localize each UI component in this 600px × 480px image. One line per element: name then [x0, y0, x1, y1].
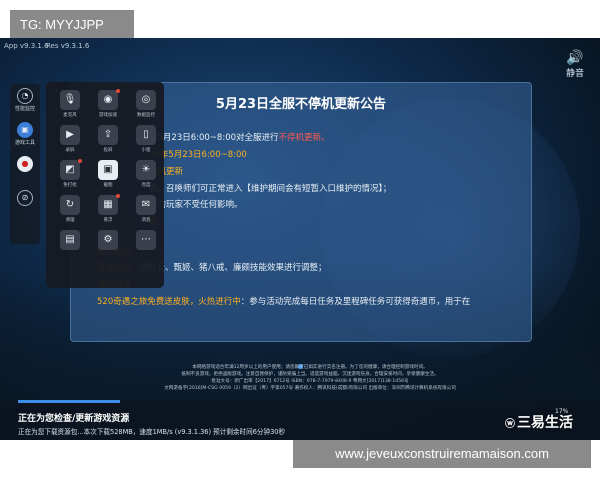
brightness-icon: ☀ — [136, 160, 156, 180]
chart-icon: ◎ — [136, 90, 156, 110]
download-title: 正在为您检查/更新游戏资源 — [18, 414, 130, 424]
notification-dot — [116, 194, 120, 198]
left-toolbar: ◔ 性能监控 ▣ 游戏工具 ● ⊘ — [10, 84, 40, 244]
layout-icon: ▦ — [98, 195, 118, 215]
mic-icon: 🎙 — [60, 90, 80, 110]
announcement-line: 年5月23日6:00~8:00对全服进行不停机更新。 — [149, 131, 330, 143]
no-disturb-icon: ◩ — [60, 160, 80, 180]
chat-icon: ✉ — [136, 195, 156, 215]
legal-line: 文网游备字[2016]M-CSG 0059（2）网出证（粤）字第057号 著作权… — [164, 386, 456, 391]
quick-tool-brightness[interactable]: ☀ 亮度 — [128, 158, 164, 193]
legal-line: 抵制不良游戏，拒绝盗版游戏。注意自我保护，谨防受骗上当。适度游戏益脑，沉迷游戏伤… — [181, 372, 439, 377]
capture-icon: ▣ — [98, 160, 118, 180]
res-version: Res v9.3.1.6 — [46, 42, 90, 50]
quick-tool-chart[interactable]: ◎ 数据监控 — [128, 88, 164, 123]
phone-icon: ▯ — [136, 125, 156, 145]
source-watermark: ⓦ 三易生活 — [505, 412, 573, 432]
quick-tools-panel: 🎙 麦克风 ◉ 游戏加速 ◎ 数据监控 ▶ 录屏 ⇪ 投屏 ▯ 小窗 ◩ 免打扰 ▣ 截图 ☀ 亮度 ↻ 清理 ▦ 悬浮 ✉… — [46, 82, 164, 288]
cast-icon: ⇪ — [98, 125, 118, 145]
left-toolbar-game-tools[interactable]: ▣ 游戏工具 — [10, 122, 40, 152]
quick-tool-cast[interactable]: ⇪ 投屏 — [90, 123, 126, 158]
left-toolbar-label: 性能监控 — [14, 106, 35, 112]
download-status: 正在为您下载资源包...本次下载528MB，速度1MB/s (v9.3.1.36… — [18, 428, 286, 436]
speaker-icon: 🔊 — [566, 50, 584, 66]
quick-tool-layout[interactable]: ▦ 悬浮 — [90, 193, 126, 228]
weibo-icon: ⓦ — [505, 419, 515, 430]
left-toolbar-performance[interactable]: ◔ 性能监控 — [10, 88, 40, 118]
quick-tool-label: 小窗 — [141, 148, 151, 153]
refresh-icon: ↻ — [60, 195, 80, 215]
legal-line: 本网络游戏适合年满12周岁以上的用户使用；请您确定已如实进行实名注册。为了您的健… — [192, 365, 428, 370]
quick-tool-eye[interactable]: ◉ 游戏加速 — [90, 88, 126, 123]
quick-tool-mic[interactable]: 🎙 麦克风 — [52, 88, 88, 123]
left-toolbar-label: 游戏工具 — [14, 140, 35, 146]
source-watermark-text: 三易生活 — [517, 415, 573, 431]
more-icon: ⋯ — [136, 230, 156, 250]
quick-tool-label: 麦克风 — [63, 113, 77, 118]
announcement-text: 520奇遇之旅免费送皮肤，火热进行中 — [97, 297, 241, 307]
eye-icon: ◉ — [98, 90, 118, 110]
quick-tool-phone[interactable]: ▯ 小窗 — [128, 123, 164, 158]
notification-dot — [78, 159, 82, 163]
quick-tool-no-disturb[interactable]: ◩ 免打扰 — [52, 158, 88, 193]
notification-dot — [116, 89, 120, 93]
game-icon: ▣ — [17, 122, 33, 138]
quick-tool-label: 投屏 — [103, 148, 113, 153]
announcement-text: 新，召唤师们可正常进入【维护期间会有短暂入口维护的情况】； — [149, 184, 392, 194]
quick-tool-chat[interactable]: ✉ 消息 — [128, 193, 164, 228]
quick-tool-refresh[interactable]: ↻ 清理 — [52, 193, 88, 228]
left-toolbar-qq[interactable]: ● — [10, 156, 40, 186]
announcement-text: ：参与活动完成每日任务及里程碑任务可获得奇遇币，用于在 — [240, 297, 471, 307]
announcement-text: 不停机更新。 — [278, 133, 330, 143]
compass-icon: ⊘ — [17, 190, 33, 206]
gauge-icon: ◔ — [17, 88, 33, 104]
quick-tool-label: 清理 — [65, 218, 75, 223]
quick-tool-lock[interactable]: ▤ — [52, 228, 88, 263]
quick-tool-label: 数据监控 — [137, 113, 155, 118]
app-version: App v9.3.1.6 — [4, 42, 49, 50]
legal-line: 批准文号：新广出审【2017】6712号 ISBN：978-7-7979-840… — [211, 379, 409, 384]
quick-tool-label: 录屏 — [65, 148, 75, 153]
quick-tool-capture[interactable]: ▣ 截图 — [90, 158, 126, 193]
announcement-text: 对赵云、甄姬、猪八戒、廉颇技能效果进行调整； — [139, 263, 327, 273]
mute-label: 静音 — [565, 69, 584, 79]
settings-icon: ⚙ — [98, 230, 118, 250]
watermark-label-bottom: www.jeveuxconstruiremamaison.com — [293, 440, 591, 468]
quick-tool-label: 免打扰 — [63, 183, 77, 188]
announcement-line: 新，召唤师们可正常进入【维护期间会有短暂入口维护的情况】； — [149, 182, 391, 194]
quick-tool-play[interactable]: ▶ 录屏 — [52, 123, 88, 158]
left-toolbar-compass[interactable]: ⊘ — [10, 190, 40, 220]
qq-icon: ● — [17, 156, 33, 172]
quick-tool-more[interactable]: ⋯ — [128, 228, 164, 263]
quick-tool-label: 悬浮 — [103, 218, 113, 223]
mute-button[interactable]: 🔊 静音 — [560, 50, 590, 79]
lock-icon: ▤ — [60, 230, 80, 250]
quick-tool-settings[interactable]: ⚙ — [90, 228, 126, 263]
quick-tool-label: 截图 — [103, 183, 113, 188]
quick-tool-label: 游戏加速 — [99, 113, 117, 118]
announcement-text: 年5月23日6:00~8:00对全服进行 — [149, 133, 279, 143]
play-icon: ▶ — [60, 125, 80, 145]
announcement-line: 520奇遇之旅免费送皮肤，火热进行中：参与活动完成每日任务及里程碑任务可获得奇遇… — [97, 295, 470, 307]
watermark-label-top: TG: MYYJJPP — [10, 10, 134, 40]
download-progress-fill — [18, 400, 120, 403]
game-screen: App v9.3.1.6 Res v9.3.1.6 🔊 静音 5月23日全服不停… — [0, 38, 600, 440]
quick-tool-label: 消息 — [141, 218, 151, 223]
legal-notice: 本网络游戏适合年满12周岁以上的用户使用；请您确定已如实进行实名注册。为了您的健… — [80, 364, 540, 392]
quick-tool-label: 亮度 — [141, 183, 151, 188]
